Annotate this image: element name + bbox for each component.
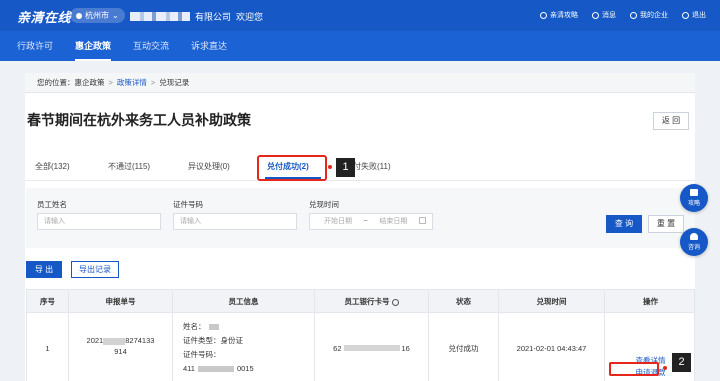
city-name: 杭州市 (85, 11, 109, 20)
top-bar: 亲清在线 杭州市 ⌄ 有限公司 欢迎您 亲清攻略 消息 我的企业 退出 (0, 0, 720, 31)
guide-float-button[interactable]: 攻略 (680, 184, 708, 212)
redeem-time-label: 兑现时间 (309, 200, 339, 209)
search-button[interactable]: 查 询 (606, 215, 642, 233)
highlight-box-refund (609, 362, 659, 376)
tab-all[interactable]: 全部(132) (35, 161, 70, 172)
employee-name-label: 员工姓名 (37, 200, 67, 209)
start-date-input[interactable]: 开始日期 (324, 214, 352, 229)
logout-link[interactable]: 退出 (682, 10, 706, 20)
bank-card-number: 62 16 (315, 313, 429, 381)
employee-info: 姓名： 证件类型：身份证 证件号码： 411 0015 (173, 313, 315, 381)
video-icon (690, 189, 698, 196)
column-header: 员工银行卡号 (315, 290, 429, 314)
headset-icon (690, 233, 698, 240)
annotation-badge-1: 1 (336, 158, 355, 177)
highlight-box-tab (257, 155, 327, 181)
nav-item-permits[interactable]: 行政许可 (17, 31, 53, 61)
main-nav: 行政许可 惠企政策 互动交流 诉求直达 (0, 31, 720, 61)
breadcrumb-item-policies[interactable]: 惠企政策 (75, 78, 105, 87)
power-icon (682, 11, 689, 19)
employee-name-input[interactable]: 请输入 (37, 213, 161, 230)
breadcrumb-item-records: 兑现记录 (159, 78, 190, 87)
back-button[interactable]: 返 回 (653, 112, 689, 130)
column-header: 状态 (429, 290, 499, 314)
column-header: 申报单号 (69, 290, 173, 314)
column-header: 操作 (643, 297, 658, 306)
id-number-input[interactable]: 请输入 (173, 213, 297, 230)
end-date-input[interactable]: 结束日期 (379, 214, 407, 229)
guide-icon (540, 11, 547, 19)
consult-float-button[interactable]: 咨询 (680, 228, 708, 256)
masked-text (197, 366, 234, 373)
reset-button[interactable]: 重 置 (648, 215, 684, 233)
location-pin-icon (76, 12, 82, 19)
column-header: 兑现时间 (499, 290, 605, 314)
annotation-dot (663, 366, 667, 370)
nav-item-appeals[interactable]: 诉求直达 (191, 31, 227, 61)
info-icon[interactable] (391, 298, 399, 306)
breadcrumb-separator: > (150, 78, 156, 87)
calendar-icon (418, 217, 426, 224)
masked-text (343, 345, 400, 351)
main-panel: 春节期间在杭外来务工人员补助政策 返 回 全部(132) 不通过(115) 异议… (25, 93, 695, 381)
status-tabs: 全部(132) 不通过(115) 异议处理(0) 兑付成功(2) 兑付失败(11… (25, 155, 695, 181)
messages-link[interactable]: 消息 (592, 10, 616, 20)
range-separator: ~ (363, 218, 368, 225)
tab-objection[interactable]: 异议处理(0) (188, 161, 230, 172)
export-button[interactable]: 导 出 (26, 261, 62, 278)
breadcrumb-separator: > (108, 78, 113, 87)
city-selector[interactable]: 杭州市 ⌄ (70, 8, 125, 23)
company-welcome: 有限公司 欢迎您 (130, 10, 263, 23)
nav-item-interaction[interactable]: 互动交流 (133, 31, 169, 61)
status-text: 兑付成功 (429, 313, 499, 381)
order-number: 2021 8274133 914 (69, 313, 173, 381)
welcome-text: 欢迎您 (236, 12, 264, 22)
row-index: 1 (27, 313, 69, 381)
redeem-time-range[interactable]: 开始日期 ~ 结束日期 (309, 213, 433, 230)
table-header: 序号 申报单号 员工信息 员工银行卡号 状态 兑现时间 操作 (26, 289, 695, 314)
guide-link[interactable]: 亲清攻略 (540, 10, 578, 20)
nav-item-policies[interactable]: 惠企政策 (75, 31, 112, 61)
masked-text (208, 324, 219, 331)
company-suffix: 有限公司 (195, 12, 232, 22)
filter-panel: 员工姓名 请输入 证件号码 请输入 兑现时间 开始日期 ~ 结束日期 (26, 188, 695, 248)
annotation-badge-2: 2 (672, 353, 691, 372)
annotation-dot (328, 165, 332, 169)
id-number-label: 证件号码 (173, 200, 203, 209)
top-links: 亲清攻略 消息 我的企业 退出 (540, 10, 706, 20)
building-icon (630, 11, 637, 19)
breadcrumb: 您的位置：惠企政策 > 政策详情 > 兑现记录 (25, 73, 695, 93)
my-company-link[interactable]: 我的企业 (630, 10, 668, 20)
breadcrumb-item-policy-detail[interactable]: 政策详情 (117, 78, 147, 87)
column-header: 序号 (27, 290, 69, 314)
page-title: 春节期间在杭外来务工人员补助政策 (27, 112, 251, 128)
export-records-button[interactable]: 导出记录 (71, 261, 119, 278)
tab-rejected[interactable]: 不通过(115) (108, 161, 150, 172)
chevron-down-icon: ⌄ (112, 11, 119, 20)
table-row: 1 2021 8274133 914 姓名： 证件类型：身份证 证件号码： 411 0… (26, 313, 695, 381)
redeem-time: 2021-02-01 04:43:47 (499, 313, 605, 381)
masked-text (103, 337, 126, 345)
breadcrumb-prefix: 您的位置： (37, 78, 75, 87)
masked-company-name (130, 12, 190, 21)
site-logo[interactable]: 亲清在线 (17, 7, 71, 26)
message-icon (592, 11, 599, 19)
column-header: 员工信息 (173, 290, 315, 314)
